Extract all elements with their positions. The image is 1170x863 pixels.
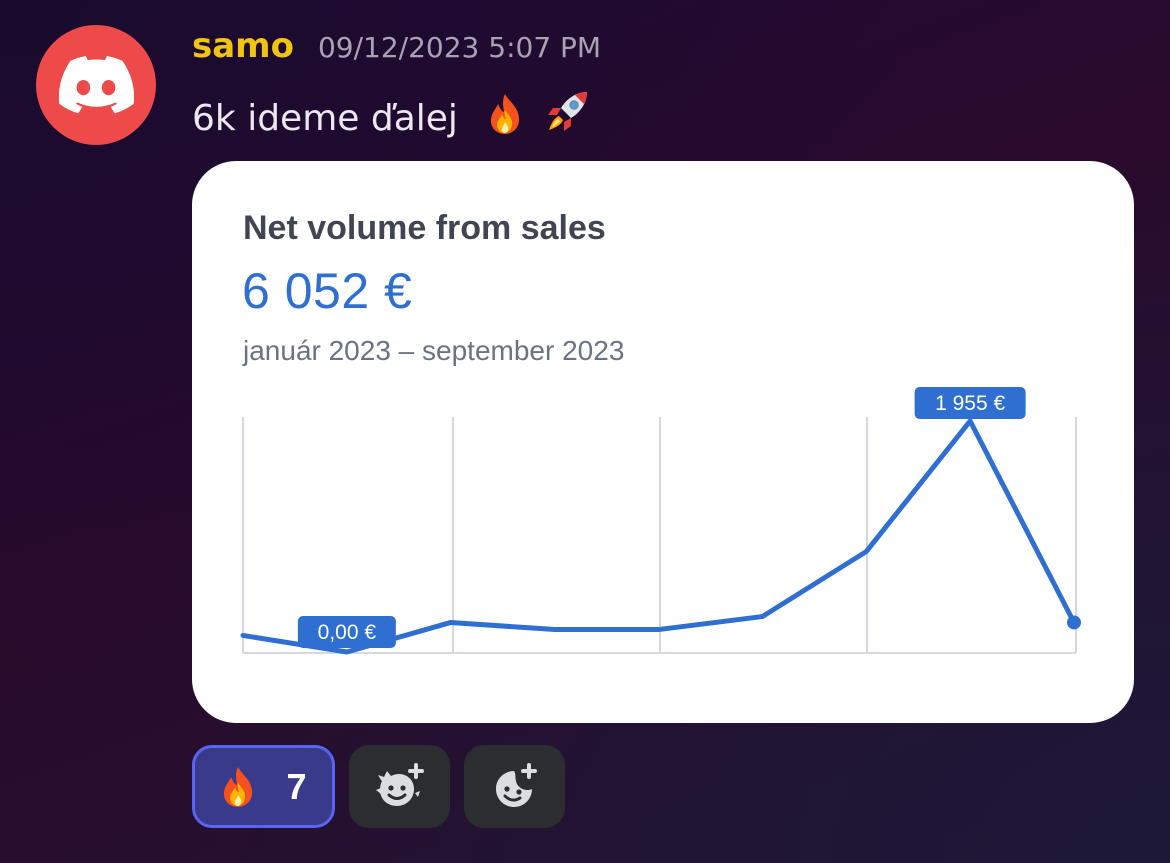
rocket-emoji-icon [543,88,591,145]
fire-emoji-icon [483,92,527,145]
discord-logo-icon [58,56,134,114]
chart-annotation-label-0: 0,00 € [318,621,377,644]
message-body: 6k ideme ďalej [192,98,458,139]
net-volume-chart: 0,00 € 1 955 € [240,387,1081,655]
message-text: 6k ideme ďalej [192,88,591,145]
message-header: samo 09/12/2023 5:07 PM [192,26,601,66]
timestamp: 09/12/2023 5:07 PM [317,31,602,64]
add-reaction-icon [495,762,537,807]
avatar[interactable] [36,25,156,145]
fire-emoji-icon [224,766,253,807]
add-super-reaction-icon [375,762,424,806]
reactions-bar: 7 [192,745,565,828]
add-reaction-button[interactable] [464,745,565,828]
sales-card: Net volume from sales 6 052 € január 202… [192,161,1134,723]
reaction-fire-button[interactable]: 7 [192,745,335,828]
add-super-reaction-button[interactable] [349,745,450,828]
chart-annotation-label-1: 1 955 € [935,392,1005,415]
username[interactable]: samo [192,26,294,66]
reaction-count: 7 [286,765,307,807]
chart-point-8 [1067,615,1081,630]
